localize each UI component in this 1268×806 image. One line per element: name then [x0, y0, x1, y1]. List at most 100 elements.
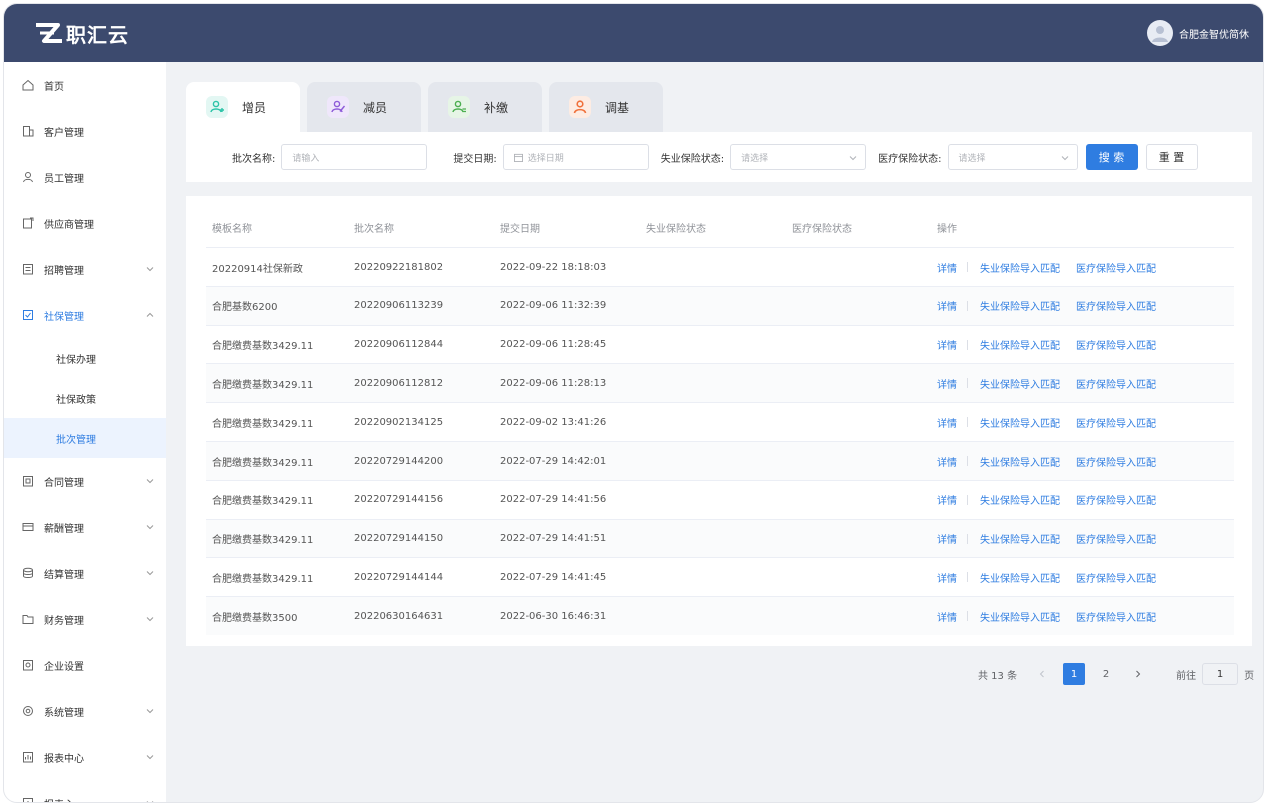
sidebar-item-1[interactable]: 客户管理	[4, 108, 166, 154]
unemployment-import-link[interactable]: 失业保险导入匹配	[980, 415, 1060, 430]
page-1-button[interactable]: 1	[1063, 663, 1086, 685]
detail-link[interactable]: 详情	[937, 570, 957, 585]
sidebar-item-label: 结算管理	[44, 569, 84, 581]
sidebar-subitem-2[interactable]: 批次管理	[4, 418, 166, 458]
chevron-down-icon	[146, 753, 154, 761]
table-row: 合肥基数6200 20220906113239 2022-09-06 11:32:3…	[206, 285, 1234, 325]
unemployment-import-link[interactable]: 失业保险导入匹配	[980, 454, 1060, 469]
detail-link[interactable]: 详情	[937, 454, 957, 469]
cell-submit-date: 2022-09-06 11:32:39	[500, 300, 607, 312]
batch-name-input[interactable]: 请输入	[281, 144, 428, 170]
unemployment-import-link[interactable]: 失业保险导入匹配	[980, 376, 1060, 391]
operation-tabs: 增员 减员 补缴 调基	[186, 82, 670, 132]
batch-table: 模板名称 批次名称 提交日期 失业保险状态 医疗保险状态 操作 20220914…	[186, 196, 1252, 646]
sidebar-item-3[interactable]: 供应商管理	[4, 200, 166, 246]
next-page-button[interactable]	[1127, 663, 1149, 685]
cell-template-name: 合肥缴费基数3429.11	[212, 535, 314, 547]
sidebar-item-12[interactable]: 报表中心	[4, 734, 166, 780]
insurance-icon	[22, 309, 34, 321]
sidebar-item-13[interactable]: 报表心	[4, 780, 166, 803]
sidebar-item-10[interactable]: 企业设置	[4, 642, 166, 688]
avatar[interactable]	[1147, 20, 1173, 46]
goto-label: 前往	[1176, 670, 1197, 682]
tab-0[interactable]: 增员	[186, 82, 300, 132]
goto-page-input[interactable]: 1	[1202, 663, 1239, 685]
medical-import-link[interactable]: 医疗保险导入匹配	[1076, 260, 1156, 275]
medical-import-link[interactable]: 医疗保险导入匹配	[1076, 298, 1156, 313]
reset-button[interactable]: 重 置	[1145, 144, 1198, 170]
medical-import-link[interactable]: 医疗保险导入匹配	[1076, 337, 1156, 352]
medical-import-link[interactable]: 医疗保险导入匹配	[1076, 531, 1156, 546]
detail-link[interactable]: 详情	[937, 531, 957, 546]
sidebar-subitem-0[interactable]: 社保办理	[4, 338, 166, 378]
search-button[interactable]: 搜 索	[1085, 144, 1138, 170]
unemployment-import-link[interactable]: 失业保险导入匹配	[980, 260, 1060, 275]
cell-actions: 详情 失业保险导入匹配 医疗保险导入匹配	[937, 570, 1234, 585]
cell-actions: 详情 失业保险导入匹配 医疗保险导入匹配	[937, 609, 1234, 624]
sidebar-item-9[interactable]: 财务管理	[4, 596, 166, 642]
cell-batch-name: 20220729144156	[354, 494, 444, 506]
header-template-name: 模板名称	[212, 224, 252, 235]
medical-import-link[interactable]: 医疗保险导入匹配	[1076, 609, 1156, 624]
unemployment-status-select[interactable]: 请选择	[730, 144, 867, 170]
cell-actions: 详情 失业保险导入匹配 医疗保险导入匹配	[937, 531, 1234, 546]
unemployment-import-link[interactable]: 失业保险导入匹配	[980, 531, 1060, 546]
divider	[967, 417, 968, 428]
medical-import-link[interactable]: 医疗保险导入匹配	[1076, 376, 1156, 391]
unemployment-status-label: 失业保险状态:	[660, 153, 725, 165]
chevron-right-icon	[1136, 670, 1141, 678]
sidebar-item-label: 首页	[44, 81, 64, 93]
sidebar-item-label: 报表心	[44, 796, 74, 803]
sidebar-item-11[interactable]: 系统管理	[4, 688, 166, 734]
medical-import-link[interactable]: 医疗保险导入匹配	[1076, 492, 1156, 507]
sidebar-item-0[interactable]: 首页	[4, 62, 166, 108]
cell-submit-date: 2022-07-29 14:41:51	[500, 533, 607, 545]
report-icon	[22, 797, 34, 802]
unemployment-import-link[interactable]: 失业保险导入匹配	[980, 609, 1060, 624]
detail-link[interactable]: 详情	[937, 260, 957, 275]
detail-link[interactable]: 详情	[937, 415, 957, 430]
table-row: 合肥缴费基数3429.11 20220729144144 2022-07-29 14…	[206, 557, 1234, 596]
detail-link[interactable]: 详情	[937, 609, 957, 624]
sidebar-item-2[interactable]: 员工管理	[4, 154, 166, 200]
sidebar-item-7[interactable]: 薪酬管理	[4, 504, 166, 550]
report-icon	[22, 751, 34, 763]
tab-1[interactable]: 减员	[307, 82, 421, 132]
pagination: 共 13 条 1 2 前往 1 页	[978, 662, 1254, 686]
sidebar-item-8[interactable]: 结算管理	[4, 550, 166, 596]
user-name: 合肥金智优简休	[1179, 29, 1249, 41]
detail-link[interactable]: 详情	[937, 337, 957, 352]
medical-import-link[interactable]: 医疗保险导入匹配	[1076, 454, 1156, 469]
cell-actions: 详情 失业保险导入匹配 医疗保险导入匹配	[937, 492, 1234, 507]
tab-3[interactable]: 调基	[549, 82, 663, 132]
unemployment-import-link[interactable]: 失业保险导入匹配	[980, 492, 1060, 507]
page-2-button[interactable]: 2	[1095, 663, 1117, 685]
medical-status-select[interactable]: 请选择	[947, 144, 1078, 170]
medical-import-link[interactable]: 医疗保险导入匹配	[1076, 570, 1156, 585]
cell-template-name: 合肥基数6200	[212, 302, 278, 314]
sidebar-item-label: 招聘管理	[44, 265, 84, 277]
unemployment-import-link[interactable]: 失业保险导入匹配	[980, 337, 1060, 352]
sidebar-subitem-1[interactable]: 社保政策	[4, 378, 166, 418]
sidebar-item-label: 薪酬管理	[44, 523, 84, 535]
medical-import-link[interactable]: 医疗保险导入匹配	[1076, 415, 1156, 430]
header-batch-name: 批次名称	[354, 224, 394, 235]
unemployment-import-link[interactable]: 失业保险导入匹配	[980, 570, 1060, 585]
sidebar-item-label: 企业设置	[44, 661, 84, 673]
cell-template-name: 合肥缴费基数3429.11	[212, 496, 314, 508]
detail-link[interactable]: 详情	[937, 376, 957, 391]
prev-page-button[interactable]	[1031, 663, 1053, 685]
detail-link[interactable]: 详情	[937, 492, 957, 507]
brand-logo[interactable]: 职汇云	[34, 19, 129, 48]
cell-submit-date: 2022-06-30 16:46:31	[500, 610, 607, 622]
contract-icon	[22, 475, 34, 487]
sidebar-item-4[interactable]: 招聘管理	[4, 246, 166, 292]
sidebar-item-6[interactable]: 合同管理	[4, 458, 166, 504]
header-medical-status: 医疗保险状态	[792, 224, 852, 235]
user-menu[interactable]: 合肥金智优简休	[1147, 20, 1249, 46]
detail-link[interactable]: 详情	[937, 298, 957, 313]
unemployment-import-link[interactable]: 失业保险导入匹配	[980, 298, 1060, 313]
submit-date-picker[interactable]: 选择日期	[502, 144, 649, 170]
tab-2[interactable]: 补缴	[428, 82, 542, 132]
sidebar-item-5[interactable]: 社保管理	[4, 292, 166, 338]
